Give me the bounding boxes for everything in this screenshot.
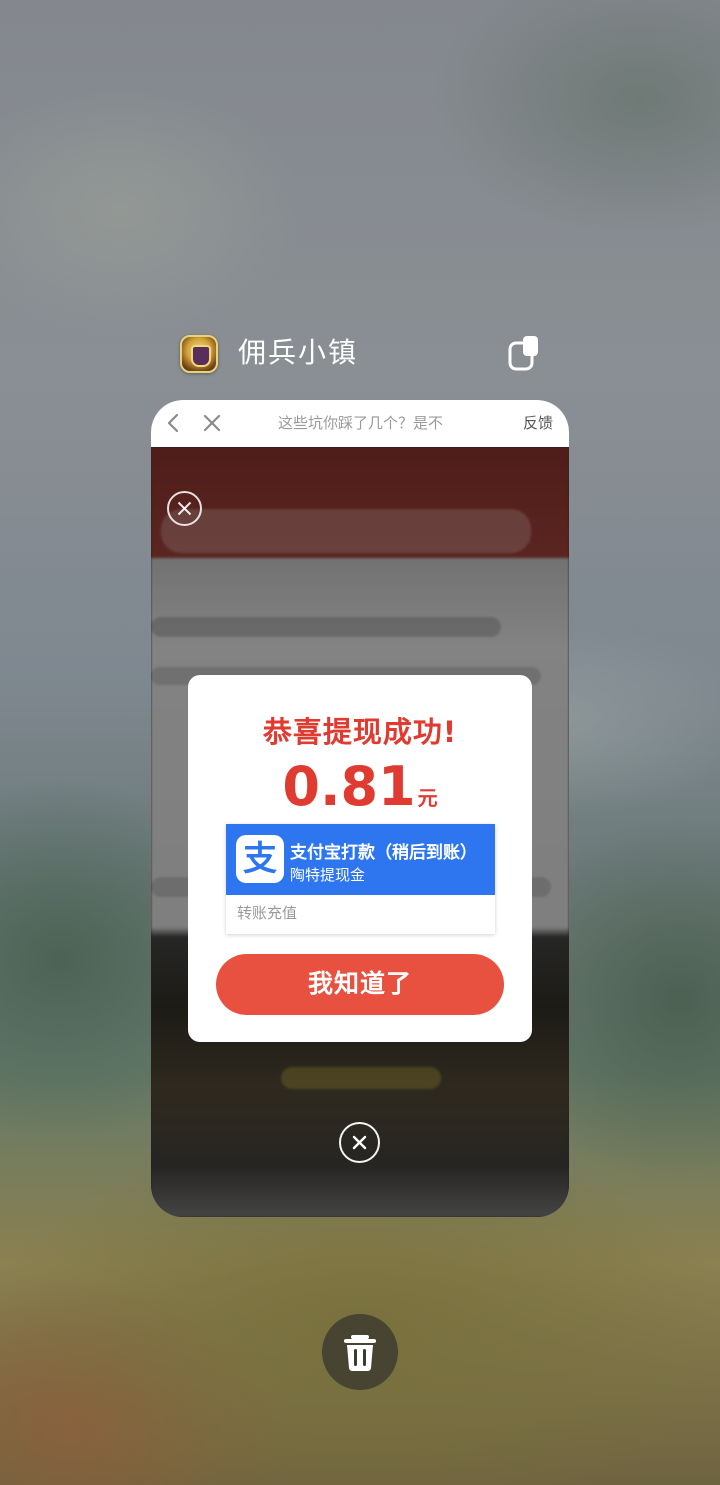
browser-top-bar: 这些坑你踩了几个？是不 反馈 (151, 400, 569, 447)
app-name: 佣兵小镇 (238, 336, 359, 369)
multi-window-icon[interactable] (508, 334, 542, 372)
payment-header: 支 支付宝打款（稍后到账） 陶特提现金 (226, 824, 495, 895)
confirm-button[interactable]: 我知道了 (216, 954, 504, 1015)
payment-footer: 转账充值 (237, 904, 298, 922)
payment-subtitle: 陶特提现金 (290, 866, 366, 884)
amount-unit: 元 (417, 786, 438, 810)
ad-close-icon[interactable] (167, 491, 202, 526)
alipay-icon: 支 (236, 835, 284, 883)
dialog-close-icon[interactable] (339, 1122, 380, 1163)
payment-info-card: 支 支付宝打款（稍后到账） 陶特提现金 转账充值 (226, 824, 495, 934)
withdraw-amount: 0.81 元 (188, 755, 532, 818)
app-header: 佣兵小镇 (180, 334, 542, 374)
clear-all-button[interactable] (322, 1314, 398, 1390)
amount-value: 0.81 (282, 755, 416, 818)
back-arrow-icon[interactable] (163, 412, 185, 434)
app-icon[interactable] (180, 335, 218, 373)
close-icon[interactable] (201, 412, 223, 434)
recent-app-card[interactable]: 这些坑你踩了几个？是不 反馈 恭喜提现成功! 0.81 元 支 支付宝打款（稍后到… (151, 400, 569, 1217)
alipay-glyph: 支 (243, 839, 277, 879)
page-title: 这些坑你踩了几个？是不 (278, 414, 444, 432)
dialog-title: 恭喜提现成功! (262, 715, 458, 749)
feedback-link[interactable]: 反馈 (523, 400, 553, 447)
withdraw-success-dialog: 恭喜提现成功! 0.81 元 支 支付宝打款（稍后到账） 陶特提现金 转账充值 我… (188, 675, 532, 1042)
trash-icon (344, 1335, 376, 1371)
payment-title: 支付宝打款（稍后到账） (290, 843, 477, 863)
